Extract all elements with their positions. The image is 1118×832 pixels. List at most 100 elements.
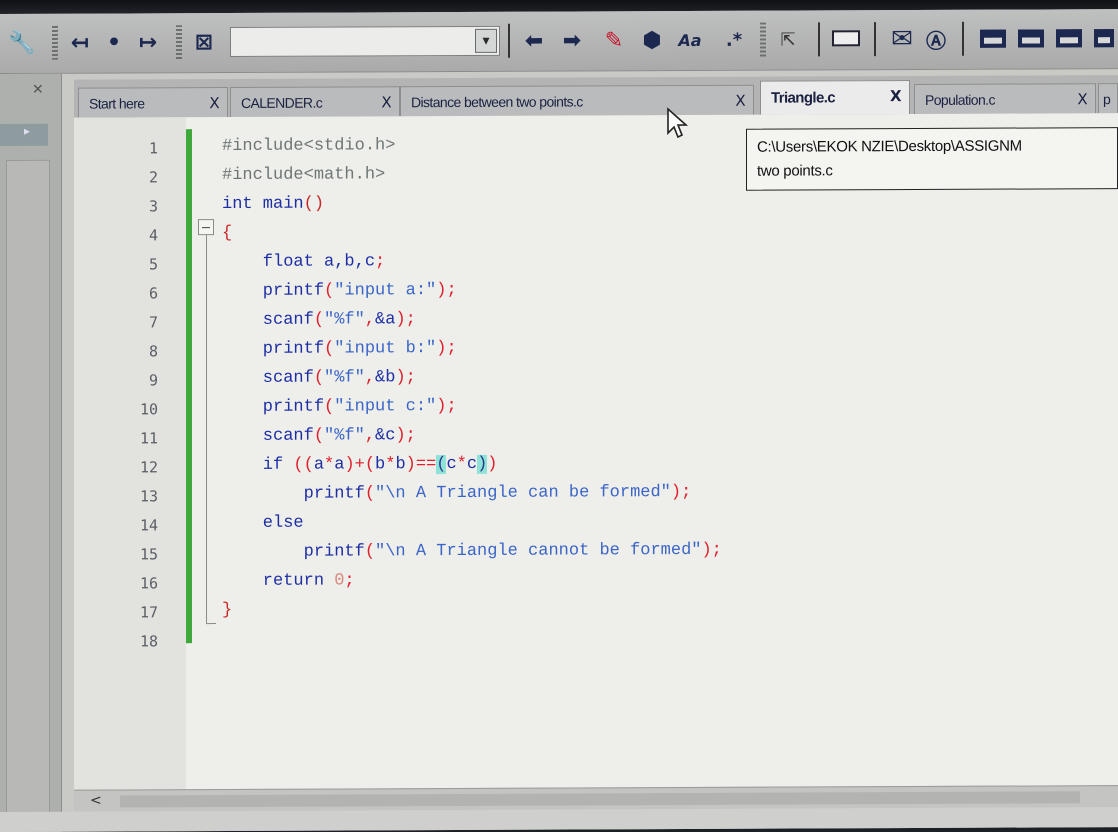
code-token: )== — [405, 455, 437, 475]
layout-icon[interactable] — [1094, 29, 1114, 48]
line-number: 13 — [139, 487, 158, 506]
close-icon[interactable]: X — [735, 92, 745, 110]
regex-icon[interactable]: .* — [720, 25, 748, 55]
back-icon[interactable]: ↤ — [66, 28, 94, 58]
code-line: #include<stdio.h> — [222, 136, 395, 156]
layout-icon[interactable] — [980, 29, 1006, 48]
code-token: if — [222, 455, 294, 476]
code-token: a — [313, 455, 325, 475]
line-number: 6 — [148, 284, 158, 303]
scroll-left-icon[interactable]: < — [90, 793, 102, 809]
code-token: ( — [313, 310, 325, 330]
code-token: ); — [670, 482, 692, 503]
line-number: 10 — [139, 400, 158, 419]
forward-icon[interactable]: ↦ — [134, 27, 162, 57]
line-number: 11 — [139, 429, 158, 448]
code-line: return 0; — [222, 571, 355, 591]
code-line: printf("input b:"); — [222, 339, 457, 359]
close-icon[interactable]: X — [890, 87, 901, 105]
close-icon[interactable]: X — [209, 94, 219, 112]
line-number: 12 — [139, 458, 158, 477]
layout-icon[interactable] — [1056, 29, 1082, 48]
toolbar: 🔧 ↤ • ↦ ⊠ ▾ ⬅ ➡ ✎ ⬢ Aa .* ⇱ ✉ Ⓐ — [0, 9, 1118, 75]
code-token: * — [324, 455, 335, 475]
tab-overflow[interactable]: p — [1098, 83, 1118, 114]
bullet-icon[interactable]: • — [100, 27, 128, 57]
status-bar — [0, 807, 1118, 832]
ide-window: 🔧 ↤ • ↦ ⊠ ▾ ⬅ ➡ ✎ ⬢ Aa .* ⇱ ✉ Ⓐ ✕ ▸ Star… — [0, 9, 1118, 832]
line-number: 1 — [148, 139, 158, 158]
chevron-down-icon[interactable]: ▾ — [475, 28, 497, 53]
code-token: ; — [375, 252, 386, 272]
close-icon[interactable]: ✕ — [32, 82, 44, 98]
rect-icon[interactable] — [832, 30, 860, 47]
tooltip-path-cont: two points.c — [757, 162, 833, 180]
line-number: 7 — [148, 313, 158, 332]
tab-calender[interactable]: CALENDER.c X — [230, 86, 400, 117]
close-icon[interactable]: X — [1077, 90, 1087, 108]
code-line: scanf("%f",&a); — [222, 310, 416, 330]
code-token: ) — [477, 454, 488, 474]
code-token: ( — [324, 397, 335, 417]
close-icon[interactable]: X — [381, 93, 391, 111]
file-path-tooltip: C:\Users\EKOK NZIE\Desktop\ASSIGNM two p… — [746, 127, 1118, 191]
line-number: 2 — [148, 168, 158, 187]
tab-triangle[interactable]: Triangle.c X — [760, 80, 910, 115]
code-token: 0 — [334, 571, 345, 591]
code-token: ( — [324, 339, 335, 359]
text-icon[interactable]: Ⓐ — [922, 24, 950, 54]
code-token: c — [466, 454, 478, 474]
tab-start-here[interactable]: Start here X — [78, 87, 228, 118]
mail-icon[interactable]: ✉ — [888, 24, 916, 54]
match-case-icon[interactable]: Aa — [676, 25, 704, 55]
code-token: ) — [487, 454, 498, 474]
code-line: printf("input c:"); — [222, 397, 457, 417]
code-token: ; — [344, 571, 355, 591]
code-token: ); — [395, 368, 416, 388]
scroll-thumb[interactable] — [120, 791, 1080, 808]
stop-icon[interactable]: ⊠ — [190, 27, 218, 57]
arrow-left-icon[interactable]: ⬅ — [520, 26, 548, 56]
code-token: c — [446, 455, 457, 475]
highlight-icon[interactable]: ✎ — [600, 25, 628, 55]
code-line: scanf("%f",&c); — [222, 426, 416, 446]
layout-icon[interactable] — [1018, 29, 1044, 48]
tab-distance[interactable]: Distance between two points.c X — [400, 84, 754, 117]
code-token: b — [375, 455, 386, 475]
code-line: printf("\n A Triangle cannot be formed")… — [222, 541, 722, 562]
code-token: ( — [364, 484, 376, 504]
toolbar-separator — [818, 22, 820, 57]
code-token: scanf — [222, 426, 314, 447]
tab-label: CALENDER.c — [241, 94, 323, 111]
code-line: printf("\n A Triangle can be formed"); — [222, 482, 692, 505]
code-token: "%f" — [324, 368, 365, 388]
code-token: } — [222, 600, 233, 621]
tab-label: Start here — [89, 94, 145, 112]
code-editor[interactable]: 1 2 3 4 5 6 7 8 9 10 11 12 13 14 15 16 1… — [74, 113, 1118, 808]
code-token: )+( — [344, 455, 376, 475]
arrow-right-icon[interactable]: ➡ — [558, 25, 586, 55]
code-token: int main — [222, 194, 304, 215]
chevron-right-icon[interactable]: ▸ — [0, 123, 48, 146]
toolbar-separator — [760, 22, 766, 57]
code-token: () — [303, 194, 325, 214]
code-token: b — [395, 455, 406, 475]
select-icon[interactable]: ⇱ — [774, 25, 802, 55]
wrench-icon[interactable]: 🔧 — [8, 28, 36, 58]
search-combo[interactable]: ▾ — [230, 25, 500, 57]
tab-label: Population.c — [925, 91, 995, 108]
fold-toggle-icon[interactable] — [198, 219, 214, 236]
line-number: 14 — [139, 516, 158, 535]
code-token: , — [364, 368, 376, 388]
toolbar-separator — [962, 21, 964, 56]
tab-population[interactable]: Population.c X — [914, 83, 1096, 115]
fold-guide — [206, 235, 207, 624]
management-panel: ✕ ▸ — [0, 73, 62, 832]
project-tree[interactable] — [6, 159, 50, 832]
code-token: printf — [222, 484, 365, 505]
replace-icon[interactable]: ⬢ — [638, 25, 666, 55]
code-line: { — [222, 224, 232, 243]
tooltip-path: C:\Users\EKOK NZIE\Desktop\ASSIGNM — [757, 137, 1022, 156]
code-token: return — [222, 571, 335, 592]
code-token: printf — [222, 397, 325, 418]
